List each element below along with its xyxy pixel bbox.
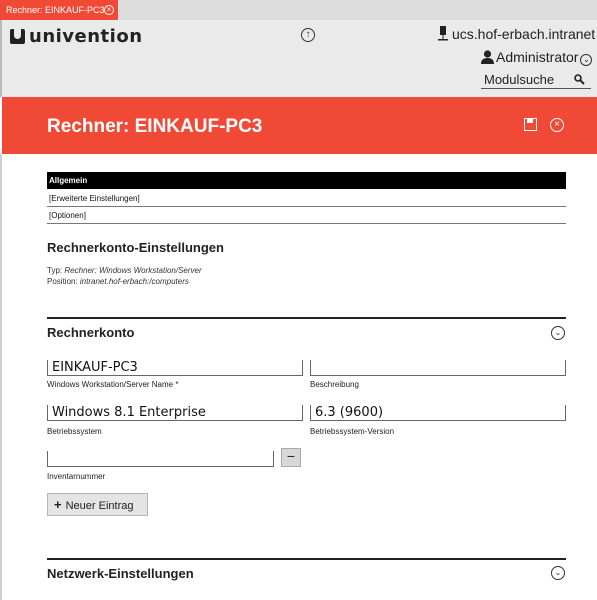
app-header: univention ↑ ucs.hof-erbach.intranet Adm… bbox=[0, 20, 597, 97]
position-value: intranet.hof-erbach:/computers bbox=[79, 277, 189, 286]
tab-allgemein[interactable]: Allgemein bbox=[47, 172, 566, 189]
panel-divider bbox=[47, 317, 566, 319]
tab-optionen[interactable]: [Optionen] bbox=[47, 207, 566, 224]
chevron-down-icon[interactable]: ⌄ bbox=[580, 54, 593, 66]
os-version-label: Betriebssystem-Version bbox=[310, 427, 395, 436]
tab-rechner[interactable]: Rechner: EINKAUF-PC3 × bbox=[0, 0, 118, 20]
os-version-input[interactable]: 6.3 (9600) bbox=[310, 405, 566, 421]
close-icon[interactable]: × bbox=[550, 118, 564, 132]
position-label: Position: bbox=[47, 277, 80, 286]
description-input[interactable] bbox=[310, 360, 566, 376]
inventory-number-label: Inventarnummer bbox=[47, 472, 106, 481]
add-entry-button[interactable]: + Neuer Eintrag bbox=[47, 493, 148, 516]
user-menu[interactable]: Administrator ⌄ bbox=[481, 49, 593, 66]
panel-divider bbox=[47, 558, 566, 560]
panel-title-netzwerk[interactable]: Netzwerk-Einstellungen bbox=[47, 566, 194, 581]
chevron-down-icon[interactable]: ⌄ bbox=[551, 566, 565, 580]
type-label: Typ: bbox=[47, 266, 65, 275]
brand-name: univention bbox=[29, 25, 143, 47]
chevron-down-icon[interactable]: ⌄ bbox=[551, 326, 565, 340]
position-info: Position: intranet.hof-erbach:/computers bbox=[47, 277, 189, 286]
type-info: Typ: Rechner: Windows Workstation/Server bbox=[47, 266, 202, 275]
description-label: Beschreibung bbox=[310, 380, 359, 389]
save-icon[interactable] bbox=[524, 118, 537, 131]
network-icon bbox=[438, 26, 448, 41]
panel-title-rechnerkonto[interactable]: Rechnerkonto bbox=[47, 325, 134, 340]
search-label: Modulsuche bbox=[484, 72, 555, 87]
os-input[interactable]: Windows 8.1 Enterprise bbox=[47, 405, 303, 421]
tab-erweiterte-einstellungen[interactable]: [Erweiterte Einstellungen] bbox=[47, 190, 566, 207]
remove-entry-button[interactable]: − bbox=[281, 448, 301, 467]
user-icon bbox=[481, 50, 494, 64]
type-value: Rechner: Windows Workstation/Server bbox=[64, 266, 202, 275]
module-search-input[interactable]: Modulsuche bbox=[481, 71, 591, 89]
hostname-text: ucs.hof-erbach.intranet bbox=[452, 26, 596, 42]
close-icon[interactable]: × bbox=[104, 5, 114, 15]
search-icon[interactable] bbox=[574, 74, 585, 85]
computer-name-input[interactable]: EINKAUF-PC3 bbox=[47, 360, 303, 376]
page-title: Rechner: EINKAUF-PC3 bbox=[47, 116, 263, 137]
logo-icon bbox=[10, 28, 25, 44]
user-name: Administrator bbox=[496, 49, 579, 65]
add-entry-label: Neuer Eintrag bbox=[65, 500, 134, 512]
inventory-number-input[interactable] bbox=[47, 451, 274, 467]
page-title-bar: Rechner: EINKAUF-PC3 × bbox=[2, 97, 597, 154]
os-label: Betriebssystem bbox=[47, 427, 102, 436]
tab-label: Rechner: EINKAUF-PC3 bbox=[6, 5, 105, 15]
hostname[interactable]: ucs.hof-erbach.intranet bbox=[438, 26, 595, 42]
brand-logo[interactable]: univention bbox=[10, 25, 143, 47]
section-title: Rechnerkonto-Einstellungen bbox=[47, 240, 224, 255]
tab-bar: Rechner: EINKAUF-PC3 × bbox=[0, 0, 597, 20]
plus-icon: + bbox=[54, 497, 62, 512]
arrow-up-icon[interactable]: ↑ bbox=[301, 28, 315, 42]
left-border bbox=[0, 154, 2, 600]
computer-name-label: Windows Workstation/Server Name * bbox=[47, 380, 179, 389]
